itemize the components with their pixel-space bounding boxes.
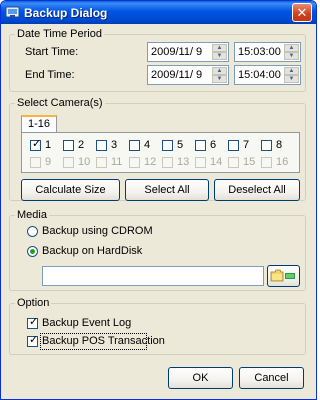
camera-checkbox-15: [228, 157, 239, 168]
camera-label-7: 7: [243, 139, 250, 151]
camera-label-13: 13: [177, 156, 190, 168]
radio-selected-dot: [30, 249, 35, 254]
backup-path-input[interactable]: [42, 266, 264, 286]
backup-event-log-label[interactable]: Backup Event Log: [42, 317, 131, 330]
check-icon: ✓: [29, 316, 39, 328]
end-time-label: End Time:: [25, 69, 75, 81]
camera-checkbox-8[interactable]: [261, 140, 272, 151]
deselect-all-label: Deselect All: [228, 184, 286, 196]
start-time-down-icon[interactable]: ▼: [284, 52, 299, 60]
backup-event-log-checkbox[interactable]: ✓: [27, 316, 39, 329]
camera-label-5: 5: [177, 139, 184, 151]
end-date-value: 2009/11/ 9: [151, 69, 203, 81]
camera-tab-panel: ✓ 1 2 3 4 5 6 7 8 9 10 11 12 13 14 15 16: [21, 132, 300, 173]
backup-dialog-window: Backup Dialog ✕ Date Time Period Start T…: [0, 0, 317, 400]
media-group: Media Backup using CDROM Backup on HardD…: [9, 209, 306, 291]
title-bar[interactable]: Backup Dialog ✕: [1, 1, 316, 24]
camera-checkbox-11: [96, 157, 107, 168]
camera-checkbox-2[interactable]: [63, 140, 74, 151]
start-time-picker[interactable]: 15:03:00 ▲ ▼: [234, 42, 301, 62]
camera-label-3: 3: [111, 139, 118, 151]
tab-label: 1-16: [27, 118, 51, 130]
calculate-size-button[interactable]: Calculate Size: [21, 179, 120, 201]
camera-label-9: 9: [45, 156, 52, 168]
start-time-up-icon[interactable]: ▲: [284, 44, 299, 52]
ok-button[interactable]: OK: [168, 367, 233, 389]
camera-checkbox-6[interactable]: [195, 140, 206, 151]
end-date-down-icon[interactable]: ▼: [212, 75, 227, 83]
camera-checkbox-13: [162, 157, 173, 168]
backup-harddisk-radio[interactable]: [27, 246, 38, 257]
select-cameras-group: Select Camera(s) 1-16 ✓ 1 2 3 4 5 6 7 8 9 10 11 12 13…: [9, 97, 306, 201]
option-group: Option ✓ Backup Event Log ✓ Backup POS T…: [9, 297, 306, 355]
select-all-label: Select All: [144, 184, 190, 196]
start-time-value: 15:03:00: [238, 46, 281, 58]
start-date-down-icon[interactable]: ▼: [212, 52, 227, 60]
end-time-value: 15:04:00: [238, 69, 281, 81]
window-title: Backup Dialog: [24, 6, 108, 20]
check-icon: ✓: [29, 334, 39, 346]
camera-checkbox-3[interactable]: [96, 140, 107, 151]
start-date-up-icon[interactable]: ▲: [212, 44, 227, 52]
camera-label-4: 4: [144, 139, 151, 151]
camera-label-6: 6: [210, 139, 217, 151]
camera-label-15: 15: [243, 156, 256, 168]
end-date-up-icon[interactable]: ▲: [212, 67, 227, 75]
camera-label-2: 2: [78, 139, 85, 151]
ok-label: OK: [192, 372, 209, 384]
camera-checkbox-5[interactable]: [162, 140, 173, 151]
camera-checkbox-7[interactable]: [228, 140, 239, 151]
check-icon: ✓: [32, 138, 42, 150]
folder-browse-icon: [270, 269, 295, 282]
media-label: Media: [15, 209, 49, 222]
camera-label-16: 16: [276, 156, 289, 168]
start-date-value: 2009/11/ 9: [151, 46, 203, 58]
backup-pos-transaction-checkbox[interactable]: ✓: [27, 334, 39, 347]
camera-label-14: 14: [210, 156, 223, 168]
camera-checkbox-4[interactable]: [129, 140, 140, 151]
date-time-period-group: Date Time Period Start Time: 2009/11/ 9 …: [9, 28, 306, 92]
end-time-down-icon[interactable]: ▼: [284, 75, 299, 83]
end-date-picker[interactable]: 2009/11/ 9 ▲ ▼: [147, 65, 229, 85]
camera-label-8: 8: [276, 139, 283, 151]
camera-label-1: 1: [45, 139, 52, 151]
end-time-picker[interactable]: 15:04:00 ▲ ▼: [234, 65, 301, 85]
start-time-label: Start Time:: [25, 46, 79, 58]
camera-label-12: 12: [144, 156, 157, 168]
camera-checkbox-12: [129, 157, 140, 168]
close-icon: ✕: [296, 5, 308, 20]
backup-app-icon: [5, 6, 20, 18]
cancel-label: Cancel: [254, 372, 289, 384]
backup-cdrom-label[interactable]: Backup using CDROM: [42, 225, 153, 238]
option-label: Option: [15, 297, 52, 310]
camera-checkbox-1[interactable]: ✓: [30, 138, 42, 151]
browse-folder-button[interactable]: [267, 265, 300, 287]
camera-checkbox-14: [195, 157, 206, 168]
select-cameras-label: Select Camera(s): [15, 97, 105, 110]
camera-label-10: 10: [78, 156, 91, 168]
backup-cdrom-radio[interactable]: [27, 226, 38, 237]
cancel-button[interactable]: Cancel: [239, 367, 304, 389]
date-time-period-label: Date Time Period: [15, 28, 104, 41]
close-button[interactable]: ✕: [292, 3, 312, 22]
focus-indicator: [40, 333, 147, 350]
camera-label-11: 11: [111, 156, 123, 168]
deselect-all-button[interactable]: Deselect All: [214, 179, 300, 201]
start-date-picker[interactable]: 2009/11/ 9 ▲ ▼: [147, 42, 229, 62]
camera-checkbox-9: [30, 157, 41, 168]
camera-checkbox-16: [261, 157, 272, 168]
calculate-size-label: Calculate Size: [35, 184, 106, 196]
select-all-button[interactable]: Select All: [125, 179, 209, 201]
tab-cameras-1-16[interactable]: 1-16: [21, 115, 57, 133]
backup-harddisk-label[interactable]: Backup on HardDisk: [42, 245, 142, 258]
camera-checkbox-10: [63, 157, 74, 168]
end-time-up-icon[interactable]: ▲: [284, 67, 299, 75]
